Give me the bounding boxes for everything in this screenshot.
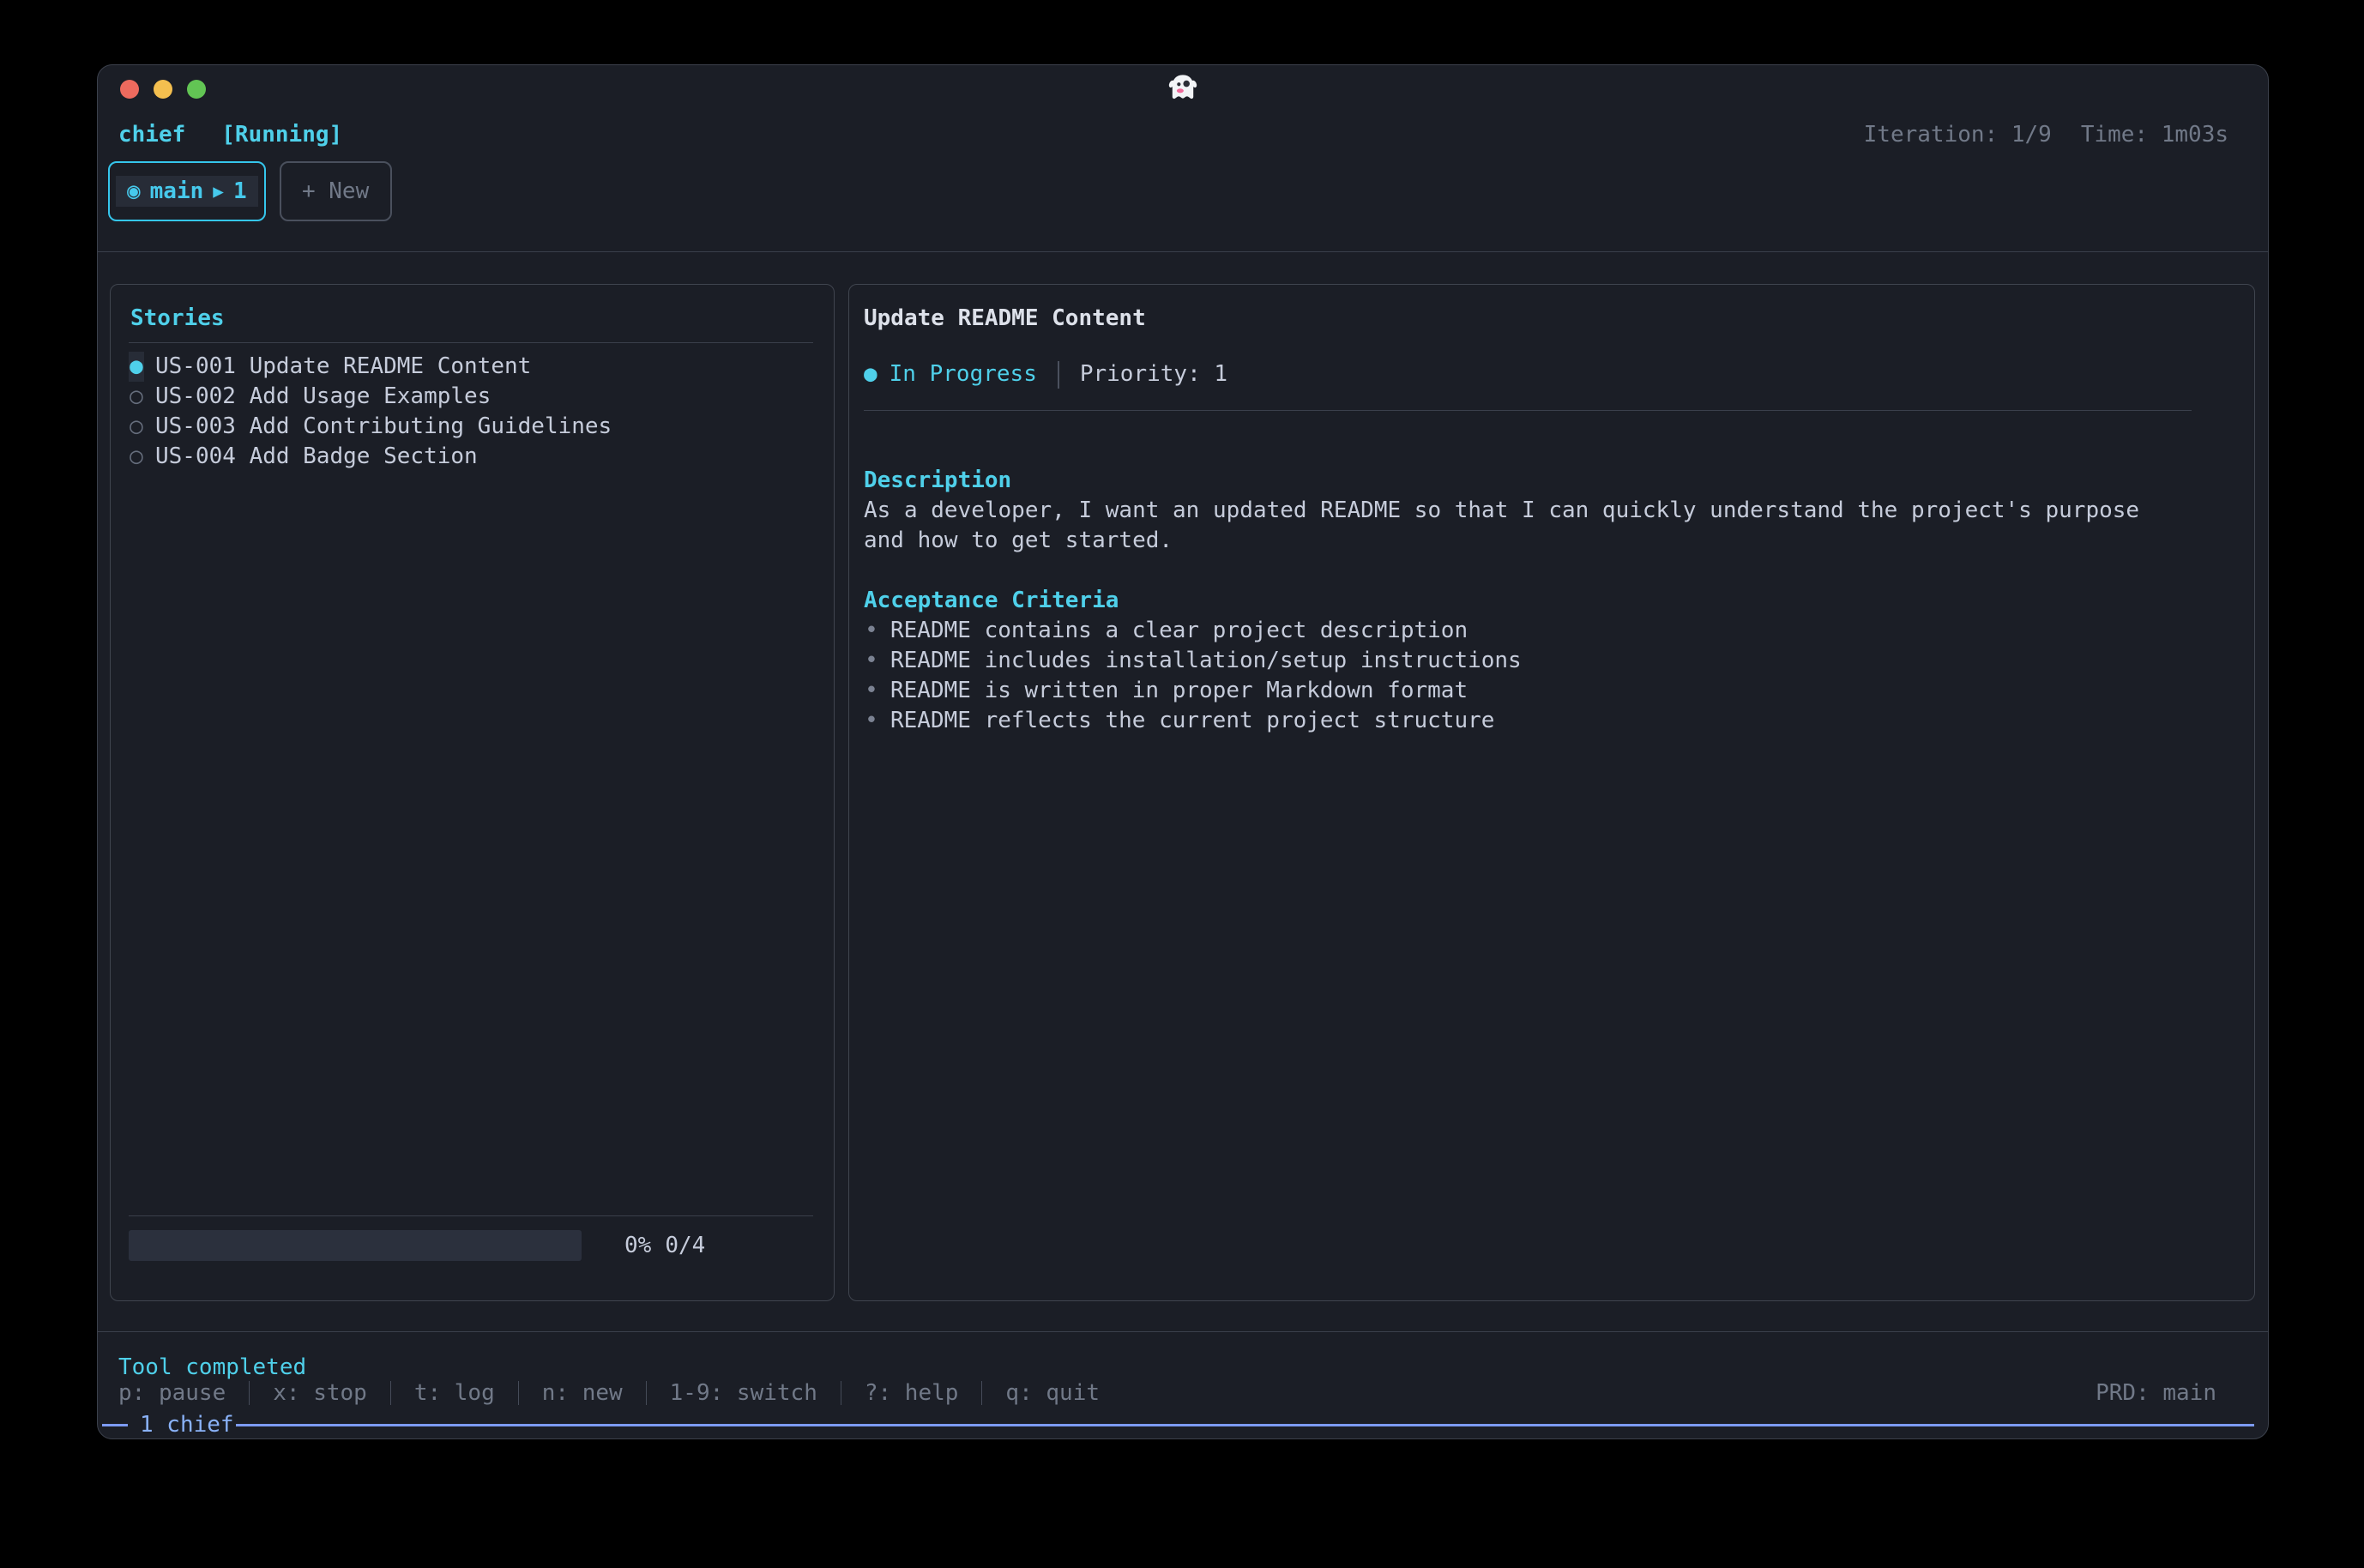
- status-label: In Progress: [890, 359, 1037, 389]
- progress-divider: [129, 1215, 813, 1216]
- session-line-left: [102, 1424, 128, 1426]
- criteria-heading: Acceptance Criteria: [864, 586, 2240, 616]
- description-heading: Description: [864, 466, 2240, 496]
- shortcut-bar: p: pause x: stop t: log n: new 1-9: swit…: [118, 1380, 2216, 1406]
- progress-text: 0% 0/4: [624, 1233, 705, 1258]
- prd-label: PRD: main: [2096, 1380, 2216, 1406]
- criteria-text: README reflects the current project stru…: [890, 706, 1494, 736]
- criteria-item: • README is written in proper Markdown f…: [864, 676, 2240, 706]
- status-dot-icon: ●: [864, 359, 877, 389]
- story-item-us-001[interactable]: ● US-001 Update README Content: [129, 352, 813, 382]
- elapsed-time: Time: 1m03s: [2081, 120, 2228, 150]
- terminal-window: chief [Running] Iteration: 1/9 Time: 1m0…: [97, 64, 2269, 1439]
- tab-main-label: ◉ main ▶ 1: [116, 176, 258, 207]
- criteria-text: README includes installation/setup instr…: [890, 646, 1522, 676]
- minimize-button[interactable]: [154, 80, 172, 99]
- shortcut-log: t: log: [414, 1380, 495, 1406]
- header-metrics: Iteration: 1/9 Time: 1m03s: [1864, 120, 2228, 150]
- progress-row: 0% 0/4: [129, 1230, 813, 1261]
- iteration-counter: Iteration: 1/9: [1864, 120, 2052, 150]
- session-label: 1 chief: [140, 1413, 234, 1437]
- story-status-icon: ○: [129, 442, 144, 472]
- story-item-label: US-003 Add Contributing Guidelines: [155, 412, 612, 442]
- session-line-right: [236, 1424, 2254, 1426]
- story-item-us-004[interactable]: ○ US-004 Add Badge Section: [129, 442, 813, 472]
- zoom-button[interactable]: [187, 80, 206, 99]
- close-button[interactable]: [120, 80, 139, 99]
- status-message: Tool completed: [118, 1354, 2268, 1380]
- new-tab-button[interactable]: + New: [280, 161, 392, 221]
- shortcut-switch: 1-9: switch: [670, 1380, 817, 1406]
- story-item-us-003[interactable]: ○ US-003 Add Contributing Guidelines: [129, 412, 813, 442]
- priority-label: Priority: 1: [1080, 359, 1227, 389]
- criteria-item: • README reflects the current project st…: [864, 706, 2240, 736]
- bullet-icon: •: [864, 706, 879, 736]
- shortcut-new: n: new: [542, 1380, 623, 1406]
- app-name: chief: [118, 120, 185, 150]
- tab-bar: ◉ main ▶ 1 + New: [108, 161, 2268, 221]
- shortcut-separator: [518, 1381, 519, 1405]
- criteria-item: • README contains a clear project descri…: [864, 616, 2240, 646]
- tab-badge: 1: [233, 176, 247, 207]
- shortcut-help: ?: help: [865, 1380, 959, 1406]
- story-item-label: US-001 Update README Content: [155, 352, 531, 382]
- criteria-text: README is written in proper Markdown for…: [890, 676, 1468, 706]
- story-status-icon: ○: [129, 412, 144, 442]
- criteria-text: README contains a clear project descript…: [890, 616, 1468, 646]
- radio-selected-icon: ◉: [127, 176, 141, 207]
- shortcut-quit: q: quit: [1005, 1380, 1100, 1406]
- tab-name: main: [150, 176, 204, 207]
- bullet-icon: •: [864, 676, 879, 706]
- story-status-icon: ○: [129, 382, 144, 412]
- progress-count: 0/4: [665, 1233, 705, 1258]
- run-status-badge: [Running]: [221, 120, 342, 150]
- story-item-label: US-002 Add Usage Examples: [155, 382, 491, 412]
- shortcut-separator: [646, 1381, 647, 1405]
- session-line: 1 chief: [102, 1413, 2254, 1437]
- story-list: ● US-001 Update README Content ○ US-002 …: [129, 352, 813, 472]
- statusbar-divider: [98, 1331, 2268, 1332]
- traffic-lights: [120, 80, 206, 99]
- progress-bar: [129, 1230, 582, 1261]
- progress-percent: 0%: [624, 1233, 651, 1258]
- story-item-label: US-004 Add Badge Section: [155, 442, 478, 472]
- tab-main[interactable]: ◉ main ▶ 1: [108, 161, 266, 221]
- story-item-us-002[interactable]: ○ US-002 Add Usage Examples: [129, 382, 813, 412]
- titlebar: [98, 65, 2268, 113]
- detail-divider: [864, 410, 2192, 411]
- description-body: As a developer, I want an updated README…: [864, 496, 2155, 556]
- ghost-icon: [1166, 72, 1200, 112]
- criteria-item: • README includes installation/setup ins…: [864, 646, 2240, 676]
- stories-divider: [129, 342, 813, 343]
- header-divider: [98, 251, 2268, 252]
- stories-panel: Stories ● US-001 Update README Content ○…: [110, 284, 835, 1301]
- stories-title: Stories: [129, 304, 813, 334]
- story-detail-title: Update README Content: [864, 304, 2240, 334]
- shortcut-separator: [390, 1381, 391, 1405]
- app-header: chief [Running] Iteration: 1/9 Time: 1m0…: [98, 113, 2268, 150]
- bullet-icon: •: [864, 616, 879, 646]
- main-content: Stories ● US-001 Update README Content ○…: [110, 284, 2255, 1301]
- shortcut-separator: [249, 1381, 250, 1405]
- story-status-icon: ●: [129, 352, 144, 382]
- shortcut-separator: [981, 1381, 982, 1405]
- play-icon: ▶: [213, 176, 224, 207]
- bullet-icon: •: [864, 646, 879, 676]
- status-separator: [1058, 361, 1059, 389]
- status-row: ● In Progress Priority: 1: [864, 359, 2240, 389]
- story-detail-panel: Update README Content ● In Progress Prio…: [848, 284, 2255, 1301]
- shortcut-pause: p: pause: [118, 1380, 226, 1406]
- shortcut-stop: x: stop: [273, 1380, 367, 1406]
